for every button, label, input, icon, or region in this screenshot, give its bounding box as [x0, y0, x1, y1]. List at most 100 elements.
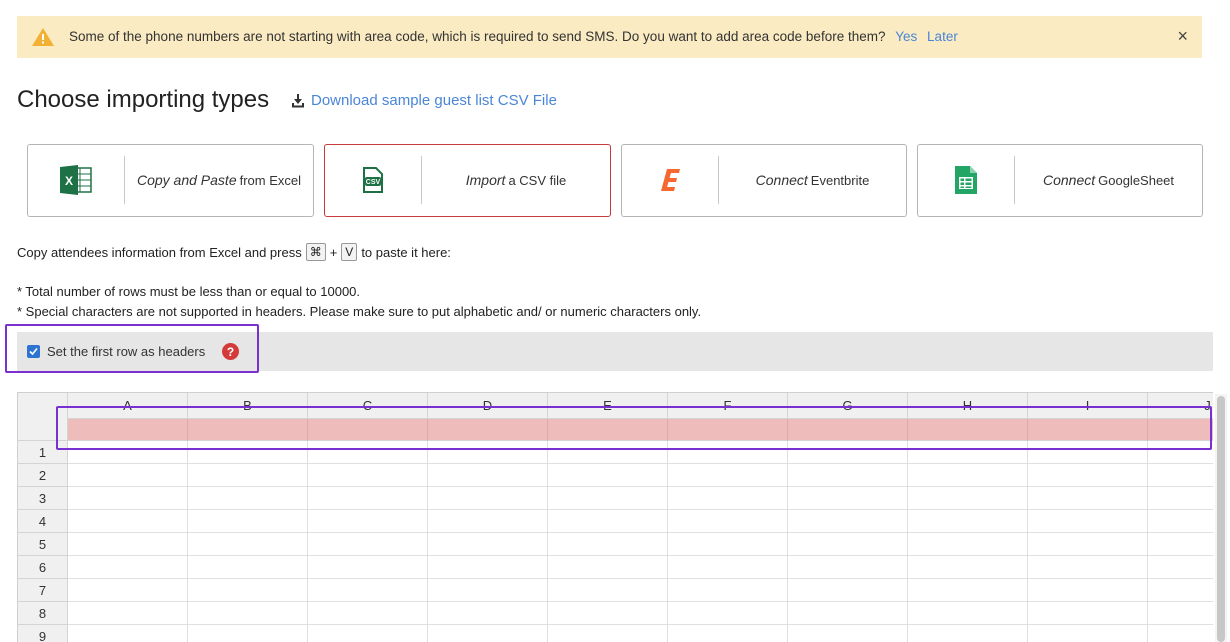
grid-cell[interactable]	[428, 625, 548, 642]
grid-cell[interactable]	[428, 464, 548, 487]
header-row-cell[interactable]	[548, 419, 668, 441]
header-row-cell[interactable]	[308, 419, 428, 441]
row-header[interactable]: 4	[18, 510, 68, 533]
first-row-headers-label[interactable]: Set the first row as headers	[47, 344, 205, 359]
grid-cell[interactable]	[428, 602, 548, 625]
grid-cell[interactable]	[308, 510, 428, 533]
connect-googlesheet-card[interactable]: Connect GoogleSheet	[917, 144, 1203, 217]
row-header[interactable]: 3	[18, 487, 68, 510]
vertical-scrollbar[interactable]	[1215, 394, 1227, 642]
grid-cell[interactable]	[548, 556, 668, 579]
grid-cell[interactable]	[1148, 602, 1213, 625]
header-row-cell[interactable]	[1148, 419, 1213, 441]
grid-cell[interactable]	[788, 533, 908, 556]
grid-cell[interactable]	[668, 464, 788, 487]
grid-cell[interactable]	[428, 533, 548, 556]
column-header[interactable]: C	[308, 393, 428, 419]
grid-cell[interactable]	[188, 510, 308, 533]
banner-yes-link[interactable]: Yes	[895, 29, 917, 44]
row-header[interactable]: 9	[18, 625, 68, 642]
grid-cell[interactable]	[1148, 579, 1213, 602]
grid-cell[interactable]	[668, 533, 788, 556]
grid-cell[interactable]	[1028, 602, 1148, 625]
banner-later-link[interactable]: Later	[927, 29, 958, 44]
grid-cell[interactable]	[1028, 441, 1148, 464]
grid-cell[interactable]	[668, 487, 788, 510]
row-header[interactable]: 7	[18, 579, 68, 602]
grid-cell[interactable]	[68, 487, 188, 510]
grid-cell[interactable]	[308, 579, 428, 602]
grid-cell[interactable]	[908, 533, 1028, 556]
grid-cell[interactable]	[68, 464, 188, 487]
grid-cell[interactable]	[668, 556, 788, 579]
grid-cell[interactable]	[788, 510, 908, 533]
row-header[interactable]: 8	[18, 602, 68, 625]
grid-cell[interactable]	[788, 579, 908, 602]
grid-cell[interactable]	[68, 556, 188, 579]
grid-cell[interactable]	[1028, 625, 1148, 642]
grid-cell[interactable]	[1028, 487, 1148, 510]
grid-cell[interactable]	[68, 625, 188, 642]
grid-cell[interactable]	[68, 441, 188, 464]
grid-cell[interactable]	[1028, 464, 1148, 487]
grid-cell[interactable]	[1148, 464, 1213, 487]
grid-cell[interactable]	[908, 579, 1028, 602]
grid-cell[interactable]	[668, 441, 788, 464]
scrollbar-thumb[interactable]	[1217, 396, 1225, 642]
grid-cell[interactable]	[668, 602, 788, 625]
grid-cell[interactable]	[1148, 441, 1213, 464]
grid-cell[interactable]	[788, 487, 908, 510]
grid-cell[interactable]	[1028, 533, 1148, 556]
grid-cell[interactable]	[908, 487, 1028, 510]
grid-cell[interactable]	[908, 441, 1028, 464]
help-icon[interactable]: ?	[222, 343, 239, 360]
header-row-cell[interactable]	[1028, 419, 1148, 441]
import-csv-card[interactable]: CSV Import a CSV file	[324, 144, 611, 217]
grid-cell[interactable]	[908, 510, 1028, 533]
grid-cell[interactable]	[188, 487, 308, 510]
grid-cell[interactable]	[908, 464, 1028, 487]
connect-eventbrite-card[interactable]: Connect Eventbrite	[621, 144, 907, 217]
grid-cell[interactable]	[548, 464, 668, 487]
column-header[interactable]: A	[68, 393, 188, 419]
grid-cell[interactable]	[668, 510, 788, 533]
column-header[interactable]: B	[188, 393, 308, 419]
grid-cell[interactable]	[188, 625, 308, 642]
grid-cell[interactable]	[188, 602, 308, 625]
header-row-cell[interactable]	[788, 419, 908, 441]
grid-cell[interactable]	[188, 441, 308, 464]
column-header[interactable]: E	[548, 393, 668, 419]
grid-cell[interactable]	[1148, 510, 1213, 533]
grid-cell[interactable]	[548, 602, 668, 625]
grid-cell[interactable]	[68, 579, 188, 602]
column-header[interactable]: G	[788, 393, 908, 419]
grid-cell[interactable]	[1028, 579, 1148, 602]
grid-cell[interactable]	[548, 533, 668, 556]
grid-cell[interactable]	[908, 556, 1028, 579]
row-header[interactable]: 6	[18, 556, 68, 579]
grid-cell[interactable]	[548, 510, 668, 533]
column-header[interactable]: I	[1028, 393, 1148, 419]
grid-cell[interactable]	[548, 625, 668, 642]
grid-cell[interactable]	[1148, 533, 1213, 556]
grid-cell[interactable]	[428, 441, 548, 464]
grid-cell[interactable]	[1148, 487, 1213, 510]
grid-cell[interactable]	[788, 556, 908, 579]
grid-cell[interactable]	[908, 602, 1028, 625]
grid-cell[interactable]	[188, 556, 308, 579]
row-header[interactable]: 5	[18, 533, 68, 556]
grid-cell[interactable]	[788, 602, 908, 625]
header-row-cell[interactable]	[668, 419, 788, 441]
grid-cell[interactable]	[788, 625, 908, 642]
grid-cell[interactable]	[68, 533, 188, 556]
grid-cell[interactable]	[668, 579, 788, 602]
grid-cell[interactable]	[788, 441, 908, 464]
column-header[interactable]: F	[668, 393, 788, 419]
header-row-cell[interactable]	[68, 419, 188, 441]
grid-cell[interactable]	[188, 579, 308, 602]
grid-cell[interactable]	[308, 533, 428, 556]
grid-cell[interactable]	[548, 579, 668, 602]
grid-cell[interactable]	[428, 510, 548, 533]
close-icon[interactable]: ×	[1177, 27, 1188, 45]
spreadsheet-grid[interactable]: ABCDEFGHIJ 123456789	[17, 392, 1213, 642]
